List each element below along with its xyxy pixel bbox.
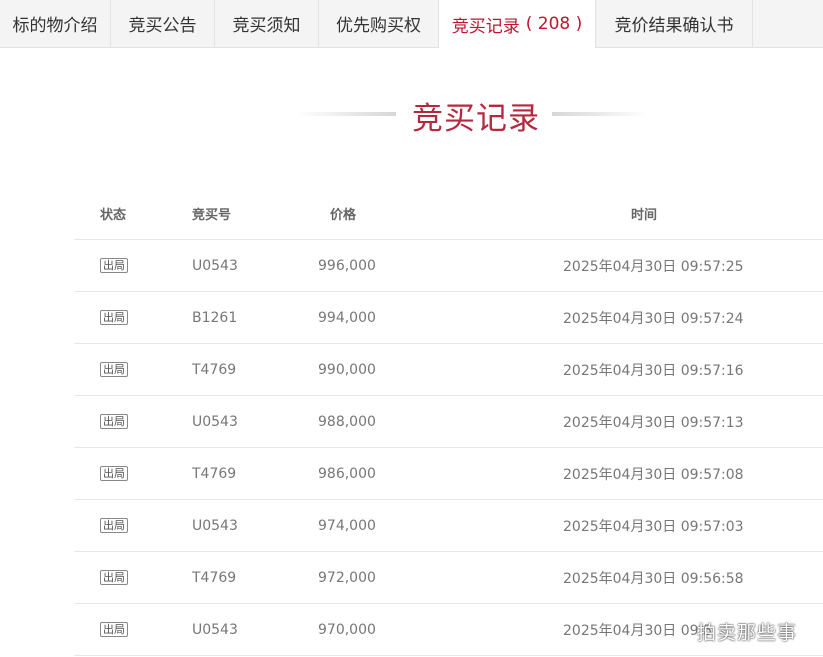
tab-priority-purchase[interactable]: 优先购买权 [319,0,439,47]
tab-count-badge: ( 208 ) [525,14,583,34]
status-badge: 出局 [100,414,128,429]
table-row: 出局 U0543 996,000 2025年04月30日 09:57:25 [74,240,823,292]
bid-number: T4769 [192,465,237,482]
bid-price: 970,000 [318,621,376,638]
header-price: 价格 [330,207,357,223]
status-badge: 出局 [100,570,128,585]
table-row: 出局 U0543 974,000 2025年04月30日 09:57:03 [74,500,823,552]
status-badge: 出局 [100,258,128,273]
tab-label: 优先购买权 [336,16,421,36]
bid-time: 2025年04月30日 09:57:03 [563,518,744,535]
tab-bar: 标的物介绍 竞买公告 竞买须知 优先购买权 竞买记录 ( 208 ) 竞价结果确… [0,0,823,48]
table-row: 出局 T4769 986,000 2025年04月30日 09:57:08 [74,448,823,500]
table-row: 出局 U0543 988,000 2025年04月30日 09:57:13 [74,396,823,448]
bid-number: T4769 [192,361,237,378]
bid-price: 990,000 [318,361,376,378]
bid-price: 994,000 [318,309,376,326]
tab-label: 竞买公告 [128,16,197,36]
tab-announcement[interactable]: 竞买公告 [111,0,215,47]
tab-notice[interactable]: 竞买须知 [215,0,319,47]
tab-label: 竞买记录 [451,16,520,37]
tab-label: 竞价结果确认书 [614,16,734,36]
status-badge: 出局 [100,310,128,325]
bid-number: U0543 [192,517,238,534]
section-title: 竞买记录 [412,101,540,137]
bid-time: 2025年04月30日 09:57:16 [563,362,744,379]
tab-label: 标的物介绍 [12,16,98,36]
table-row: 出局 B1261 994,000 2025年04月30日 09:57:24 [74,292,823,344]
bid-number: U0543 [192,413,238,430]
bid-price: 988,000 [318,413,376,430]
tab-bid-records[interactable]: 竞买记录 ( 208 ) [439,0,596,48]
bid-time: 2025年04月30日 09:57:24 [563,310,744,327]
status-badge: 出局 [100,362,128,377]
bid-number: U0543 [192,257,238,274]
bid-number: U0543 [192,621,238,638]
table-row: 出局 T4769 972,000 2025年04月30日 09:56:58 [74,552,823,604]
bid-number: T4769 [192,569,237,586]
title-divider-left [296,112,396,116]
status-badge: 出局 [100,466,128,481]
bid-time: 2025年04月30日 09:57:25 [563,258,744,275]
bid-records-table: 状态 竞买号 价格 时间 出局 U0543 996,000 2025年04月30… [74,187,823,656]
bid-time: 2025年04月30日 09:57:08 [563,466,744,483]
tab-item-intro[interactable]: 标的物介绍 [0,0,111,47]
watermark-text: 拍卖那些事 [697,622,798,644]
header-bid-number: 竞买号 [192,207,232,223]
header-status: 状态 [100,207,127,223]
table-row: 出局 T4769 990,000 2025年04月30日 09:57:16 [74,344,823,396]
bid-price: 986,000 [318,465,376,482]
bid-time: 2025年04月30日 09:56:58 [563,570,744,587]
title-divider-right [552,112,648,116]
bid-price: 974,000 [318,517,376,534]
status-badge: 出局 [100,622,128,637]
status-badge: 出局 [100,518,128,533]
bid-price: 996,000 [318,257,376,274]
bid-number: B1261 [192,309,238,326]
tab-result-confirmation[interactable]: 竞价结果确认书 [596,0,753,47]
table-header: 状态 竞买号 价格 时间 [74,187,823,240]
bid-price: 972,000 [318,569,376,586]
bid-time: 2025年04月30日 09:57:13 [563,414,744,431]
tab-label: 竞买须知 [232,16,301,36]
section-header: 竞买记录 [0,90,823,140]
header-time: 时间 [631,207,658,223]
